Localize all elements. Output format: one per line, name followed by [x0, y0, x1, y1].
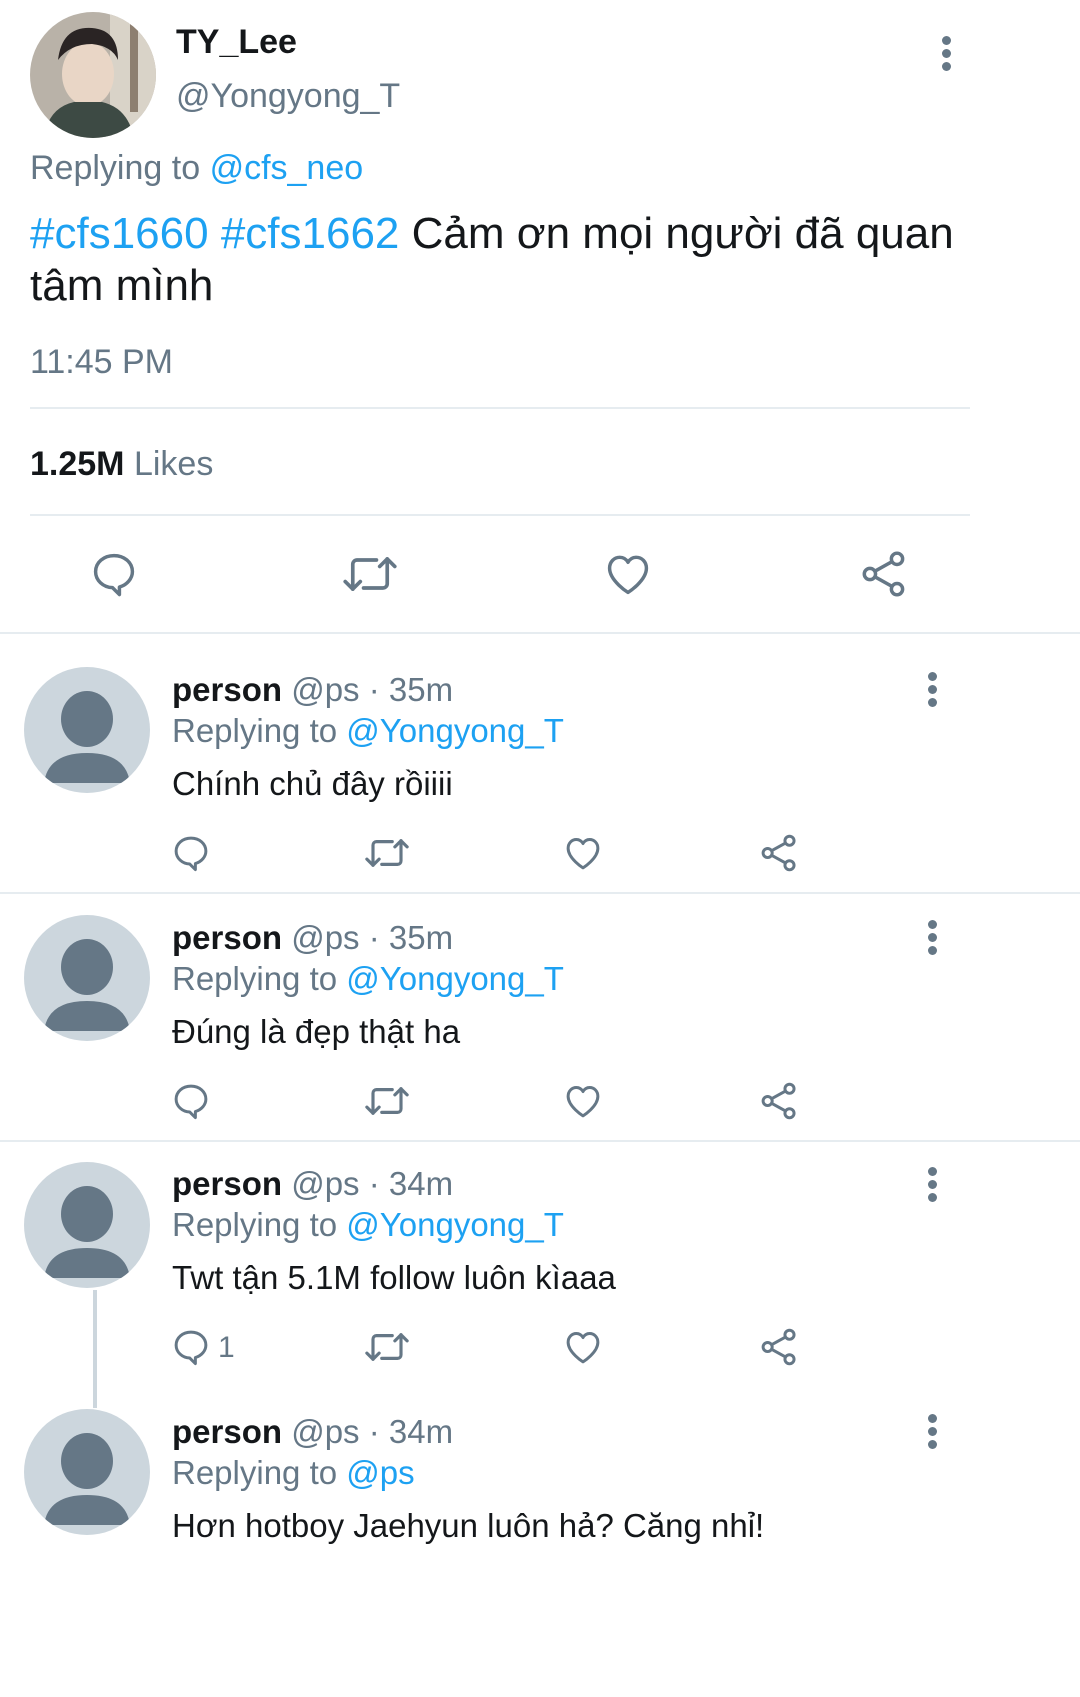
replying-prefix: Replying to [172, 1206, 338, 1243]
author-display-name[interactable]: TY_Lee [176, 22, 297, 62]
tweet-text: #cfs1660 #cfs1662 Cảm ơn mọi người đã qu… [30, 208, 1030, 312]
reply-time: 35m [388, 919, 454, 956]
replying-to-line: Replying to @Yongyong_T [172, 959, 564, 999]
avatar[interactable] [24, 1162, 150, 1288]
heart-icon[interactable] [562, 1080, 604, 1122]
likes-count: 1.25M [30, 445, 125, 483]
replying-to-link[interactable]: @Yongyong_T [346, 1206, 564, 1243]
tweet-timestamp: 11:45 PM [30, 343, 174, 381]
share-icon[interactable] [758, 1080, 800, 1122]
likes-stat[interactable]: 1.25M Likes [30, 444, 213, 484]
more-vertical-icon[interactable] [926, 920, 938, 960]
heart-icon[interactable] [562, 832, 604, 874]
avatar[interactable] [24, 667, 150, 793]
replying-to-link[interactable]: @ps [346, 1454, 414, 1491]
reply-time: 34m [388, 1413, 454, 1450]
reply-count: 1 [218, 1331, 235, 1364]
share-icon[interactable] [858, 548, 910, 600]
avatar[interactable] [24, 1409, 150, 1535]
thread-line [93, 1290, 97, 1408]
replying-to-line: Replying to @cfs_neo [30, 148, 363, 188]
more-vertical-icon[interactable] [926, 672, 938, 712]
heart-icon[interactable] [602, 548, 654, 600]
replying-prefix: Replying to [172, 1454, 338, 1491]
divider [0, 632, 1080, 634]
separator-dot: · [368, 671, 380, 708]
hashtag-link[interactable]: #cfs1662 [221, 209, 400, 258]
share-icon[interactable] [758, 832, 800, 874]
retweet-icon[interactable] [342, 548, 398, 600]
reply-time: 34m [388, 1165, 454, 1202]
reply-author-name[interactable]: person [172, 919, 282, 956]
author-avatar[interactable] [30, 12, 156, 138]
replying-to-link[interactable]: @Yongyong_T [346, 712, 564, 749]
share-icon[interactable] [758, 1326, 800, 1368]
retweet-icon[interactable] [364, 1326, 410, 1368]
more-vertical-icon[interactable] [940, 36, 952, 76]
avatar[interactable] [24, 915, 150, 1041]
divider [30, 514, 970, 516]
reply-header: person @ps · 34m [172, 1164, 453, 1204]
reply-header: person @ps · 35m [172, 918, 453, 958]
separator-dot: · [368, 1165, 380, 1202]
divider [0, 892, 1080, 894]
reply-icon[interactable] [88, 548, 140, 600]
reply-icon[interactable] [170, 1326, 212, 1368]
reply-author-handle[interactable]: @ps [291, 671, 359, 708]
hashtag-link[interactable]: #cfs1660 [30, 209, 209, 258]
reply-text: Twt tận 5.1M follow luôn kìaaa [172, 1259, 616, 1296]
replying-to-link[interactable]: @cfs_neo [210, 149, 364, 187]
reply-text: Đúng là đẹp thật ha [172, 1013, 461, 1050]
reply-author-handle[interactable]: @ps [291, 919, 359, 956]
reply-header: person @ps · 34m [172, 1412, 453, 1452]
retweet-icon[interactable] [364, 832, 410, 874]
replying-to-line: Replying to @ps [172, 1453, 415, 1493]
reply-author-handle[interactable]: @ps [291, 1413, 359, 1450]
reply-author-name[interactable]: person [172, 671, 282, 708]
reply-icon[interactable] [170, 1080, 212, 1122]
separator-dot: · [368, 919, 380, 956]
more-vertical-icon[interactable] [926, 1167, 938, 1207]
divider [30, 407, 970, 409]
replying-prefix: Replying to [30, 149, 201, 187]
replying-to-link[interactable]: @Yongyong_T [346, 960, 564, 997]
reply-author-handle[interactable]: @ps [291, 1165, 359, 1202]
reply-icon[interactable] [170, 832, 212, 874]
more-vertical-icon[interactable] [926, 1414, 938, 1454]
replying-to-line: Replying to @Yongyong_T [172, 711, 564, 751]
reply-text: Chính chủ đây rồiiii [172, 765, 453, 802]
reply-author-name[interactable]: person [172, 1165, 282, 1202]
divider [0, 1140, 1080, 1142]
author-handle[interactable]: @Yongyong_T [176, 76, 400, 116]
reply-text: Hơn hotboy Jaehyun luôn hả? Căng nhỉ! [172, 1507, 765, 1544]
separator-dot: · [368, 1413, 380, 1450]
heart-icon[interactable] [562, 1326, 604, 1368]
reply-header: person @ps · 35m [172, 670, 453, 710]
replying-prefix: Replying to [172, 712, 338, 749]
replying-to-line: Replying to @Yongyong_T [172, 1205, 564, 1245]
retweet-icon[interactable] [364, 1080, 410, 1122]
likes-label: Likes [133, 445, 214, 483]
reply-time: 35m [388, 671, 454, 708]
replying-prefix: Replying to [172, 960, 338, 997]
reply-author-name[interactable]: person [172, 1413, 282, 1450]
